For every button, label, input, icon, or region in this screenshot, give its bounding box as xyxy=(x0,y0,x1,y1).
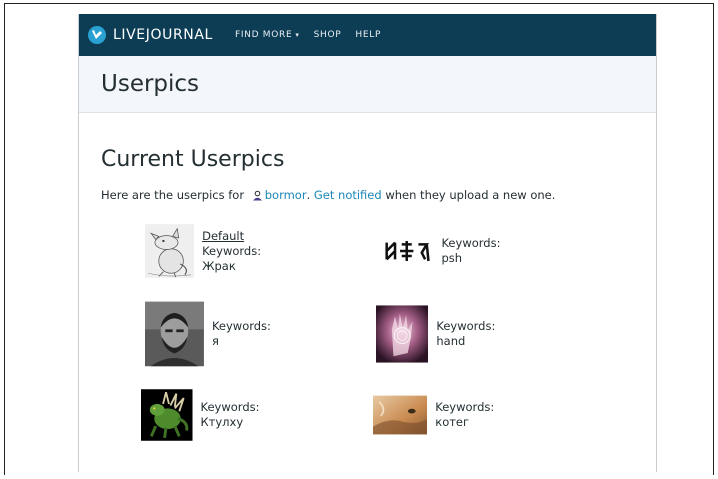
userpic-caption: Keywords: hand xyxy=(436,319,509,349)
default-userpic-link[interactable]: Default xyxy=(202,229,276,244)
livejournal-logo[interactable]: LIVEJOURNAL xyxy=(87,25,213,45)
userpic-item: Keywords: psh xyxy=(380,231,511,271)
nav-shop-label: SHOP xyxy=(313,30,342,40)
intro-prefix: Here are the userpics for xyxy=(101,188,245,202)
page-title: Userpics xyxy=(101,71,200,97)
userpic-item: Keywords: я xyxy=(145,299,276,369)
page-title-bar: Userpics xyxy=(79,56,656,113)
runes-icon[interactable] xyxy=(380,231,434,271)
userpic-item: Keywords: Ктулху xyxy=(141,380,278,450)
get-notified-link[interactable]: Get notified xyxy=(314,188,382,202)
main-content: Current Userpics Here are the userpics f… xyxy=(79,113,656,202)
userpic-caption: Keywords: я xyxy=(212,319,276,349)
userpic-keywords: Keywords: psh xyxy=(441,236,501,265)
cartoon-creature-icon[interactable] xyxy=(145,216,195,286)
userpic-item: Default Keywords: Жрак xyxy=(145,216,276,286)
nav-help-label: HELP xyxy=(355,30,382,40)
userpic-caption: Keywords: Ктулху xyxy=(201,400,278,430)
userpic-keywords: Keywords: котег xyxy=(435,400,495,429)
userpic-caption: Default Keywords: Жрак xyxy=(202,229,276,274)
userpic-keywords: Keywords: я xyxy=(211,319,271,348)
nav-find-more[interactable]: FIND MORE ▾ xyxy=(235,30,300,40)
nav-shop[interactable]: SHOP xyxy=(314,30,342,40)
username-link[interactable]: bormor xyxy=(265,188,307,202)
chevron-down-icon: ▾ xyxy=(295,31,300,39)
userpic-item: Keywords: котег xyxy=(373,390,510,440)
intro-suffix: when they upload a new one. xyxy=(385,188,556,202)
logo-text: LIVEJOURNAL xyxy=(113,27,213,43)
userpic-keywords: Keywords: Ктулху xyxy=(200,400,260,429)
green-monster-icon[interactable] xyxy=(141,380,193,450)
top-navigation-bar: LIVEJOURNAL FIND MORE ▾ SHOP HELP xyxy=(79,14,656,56)
user-icon[interactable] xyxy=(252,190,263,201)
userpic-item: Keywords: hand xyxy=(376,298,509,370)
nav-help[interactable]: HELP xyxy=(355,30,381,40)
intro-text: Here are the userpics for bormor . Get n… xyxy=(101,188,656,202)
section-heading: Current Userpics xyxy=(101,147,285,172)
intro-mid: . xyxy=(306,188,311,202)
main-nav: FIND MORE ▾ SHOP HELP xyxy=(235,30,395,40)
glowing-hand-icon[interactable] xyxy=(376,298,429,370)
livejournal-logo-icon xyxy=(88,26,106,44)
page: LIVEJOURNAL FIND MORE ▾ SHOP HELP Userpi… xyxy=(78,14,657,472)
userpic-keywords: Keywords: Жрак xyxy=(202,243,262,273)
userpic-keywords: Keywords: hand xyxy=(436,319,496,348)
cat-closeup-icon[interactable] xyxy=(373,390,428,440)
userpic-caption: Keywords: котег xyxy=(435,400,510,430)
userpic-caption: Keywords: psh xyxy=(441,236,511,266)
nav-find-more-label: FIND MORE xyxy=(234,30,293,40)
bearded-man-portrait-icon[interactable] xyxy=(145,299,204,369)
